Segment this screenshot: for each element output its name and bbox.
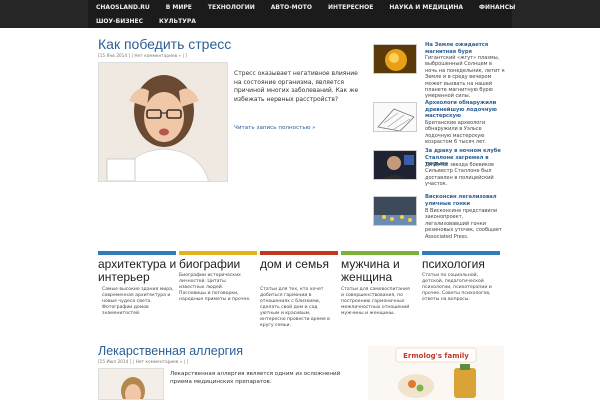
nav-item-world[interactable]: В МИРЕ (158, 4, 200, 11)
read-more-link[interactable]: Читать запись полностью » (234, 125, 316, 131)
duck-race-photo (374, 197, 416, 225)
nav-item-interesting[interactable]: ИНТЕРЕСНОЕ (320, 4, 381, 11)
main-nav: CHAOSLAND.RU В МИРЕ ТЕХНОЛОГИИ АВТО-МОТО… (88, 0, 515, 28)
nav-item-tech[interactable]: ТЕХНОЛОГИИ (200, 4, 263, 11)
nav-item-site[interactable]: CHAOSLAND.RU (88, 4, 158, 11)
featured-post-excerpt: Стресс оказывает негативное влияние на с… (234, 70, 359, 103)
news-title[interactable]: На Земле ожидается магнитная буря (425, 42, 505, 55)
news-item[interactable]: На Земле ожидается магнитная буря Гигант… (373, 42, 505, 99)
news-thumbnail-sun[interactable] (373, 44, 417, 74)
cereal-ad-image: Ermolog's family (368, 346, 504, 400)
category-text: Статьи по социальной, детской, педагогич… (422, 273, 492, 302)
category-title[interactable]: биографии (179, 258, 259, 271)
category-title[interactable]: архитектура и интерьер (98, 258, 178, 284)
news-text: В Висконсине представили законопроект, л… (425, 208, 502, 240)
news-item[interactable]: Археологи обнаружили древнейшую лодочную… (373, 100, 505, 145)
category-title[interactable]: мужчина и женщина (341, 258, 421, 284)
second-post-meta: [15 Июл 2014 ] | Нет комментариев » | ] (98, 360, 189, 365)
second-post-excerpt: Лекарственная аллергия является одним из… (170, 371, 341, 385)
news-thumbnail-race[interactable] (373, 196, 417, 226)
news-title[interactable]: Висконсин легализовал уличные гонки (425, 194, 505, 207)
nav-item-auto[interactable]: АВТО-МОТО (263, 4, 320, 11)
featured-post-meta: [15 Янв 2014 ] | Нет комментариев » | ] (98, 54, 187, 59)
nav-row-1: CHAOSLAND.RU В МИРЕ ТЕХНОЛОГИИ АВТО-МОТО… (88, 0, 515, 14)
category-title[interactable]: дом и семья (260, 258, 340, 271)
second-post-title[interactable]: Лекарственная аллергия (98, 344, 243, 358)
nav-item-showbiz[interactable]: ШОУ-БИЗНЕС (88, 18, 151, 25)
news-text: Гигантский «жгут» плазмы, выброшенный Со… (425, 55, 505, 100)
category-text: Статьи для самовоспитания и совершенство… (341, 287, 410, 316)
category-color-bar (260, 251, 338, 255)
featured-post-title[interactable]: Как победить стресс (98, 36, 231, 52)
news-item[interactable]: За драку в ночном клубе Сталлоне загреме… (373, 148, 505, 190)
nav-item-finance[interactable]: ФИНАНСЫ (471, 4, 523, 11)
news-thumbnail-workshop[interactable] (373, 102, 417, 132)
category-text: Биографии исторических личностей. Цитаты… (179, 273, 251, 302)
category-text: Статьи для тех, кто хочет добиться гармо… (260, 287, 330, 328)
news-text: Ди Джей звезда боевиков Сильвестр Сталло… (425, 162, 494, 188)
advertisement-banner[interactable]: Ermolog's family (368, 346, 504, 400)
category-color-bar (422, 251, 500, 255)
sun-flare-image (374, 45, 416, 73)
stressed-woman-photo (99, 63, 227, 181)
featured-post-image[interactable] (98, 62, 228, 182)
category-title[interactable]: психология (422, 258, 502, 271)
news-title[interactable]: Археологи обнаружили древнейшую лодочную… (425, 100, 505, 120)
second-post-image[interactable] (98, 368, 164, 400)
news-text: Британские археологи обнаружили в Уэльсе… (425, 120, 487, 146)
ad-brand-text: Ermolog's family (403, 352, 469, 360)
category-text: Самые высокие здания мира, современная а… (102, 287, 174, 316)
nav-item-culture[interactable]: КУЛЬТУРА (151, 18, 204, 25)
archaeology-sketch-image (374, 103, 416, 131)
news-thumbnail-stallone[interactable] (373, 150, 417, 180)
woman-portrait-photo (99, 369, 163, 399)
category-color-bar (179, 251, 257, 255)
category-color-bar (98, 251, 176, 255)
stallone-photo (374, 151, 416, 179)
nav-item-science[interactable]: НАУКА И МЕДИЦИНА (381, 4, 471, 11)
category-color-bar (341, 251, 419, 255)
nav-row-2: ШОУ-БИЗНЕС КУЛЬТУРА (88, 14, 512, 28)
news-item[interactable]: Висконсин легализовал уличные гонки В Ви… (373, 194, 505, 242)
content-area: Как победить стресс [15 Янв 2014 ] | Нет… (88, 28, 512, 400)
